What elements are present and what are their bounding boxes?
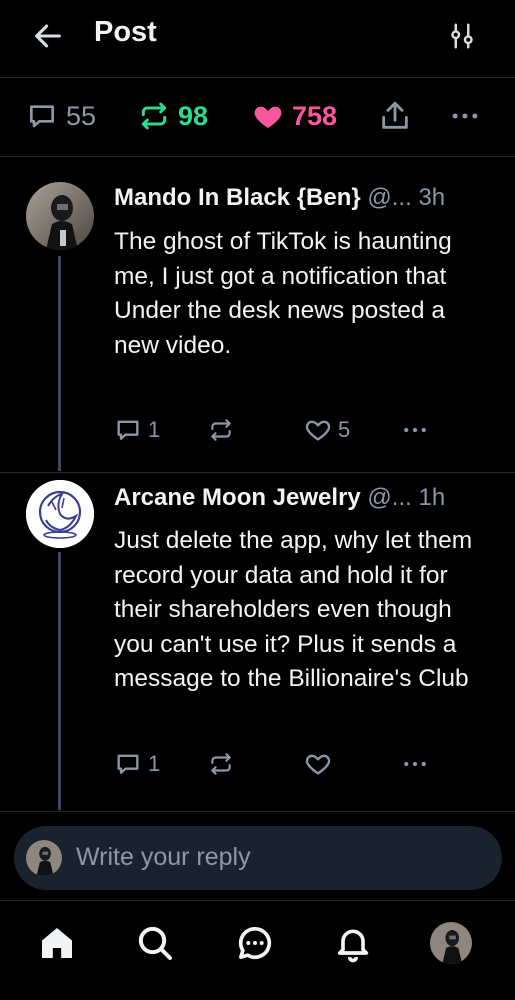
- author-handle[interactable]: @...: [367, 184, 411, 211]
- post-text: The ghost of TikTok is haunting me, I ju…: [114, 228, 452, 359]
- reply-post: Mando In Black {Ben} @... 3h The ghost o…: [0, 180, 515, 471]
- avatar[interactable]: [26, 480, 94, 548]
- reply-post: Arcane Moon Jewelry @... 1h Just delete …: [0, 478, 515, 810]
- post-header: Mando In Black {Ben} @... 3h: [114, 184, 494, 212]
- divider: [0, 156, 515, 157]
- comment-icon: [117, 420, 139, 440]
- repost-count-button[interactable]: 98: [138, 96, 208, 136]
- post-actions: 1: [114, 746, 434, 782]
- like-button[interactable]: [304, 746, 338, 782]
- repost-icon: [141, 102, 167, 130]
- more-options-button[interactable]: [400, 412, 430, 448]
- reply-count: 55: [66, 100, 97, 131]
- post-time: 1h: [418, 484, 446, 511]
- profile-avatar: [430, 922, 472, 964]
- sliders-icon: [451, 23, 473, 49]
- like-count-button[interactable]: 758: [252, 96, 337, 136]
- author-name[interactable]: Mando In Black {Ben}: [114, 184, 361, 211]
- author-name[interactable]: Arcane Moon Jewelry: [114, 484, 361, 511]
- like-count: 758: [292, 100, 338, 131]
- avatar-image: [26, 480, 94, 548]
- like-button[interactable]: 5: [304, 412, 350, 448]
- divider: [0, 811, 515, 812]
- page-title: Post: [94, 16, 157, 48]
- avatar: [26, 840, 62, 876]
- comment-icon: [117, 754, 139, 774]
- engagement-bar: 55 98 758: [0, 78, 515, 154]
- arrow-left-icon: [35, 24, 61, 48]
- repost-button[interactable]: [208, 412, 240, 448]
- header: Post: [0, 0, 515, 76]
- post-actions: 1 5: [114, 412, 434, 448]
- reply-count-button[interactable]: 55: [26, 96, 96, 136]
- home-icon: [42, 928, 72, 958]
- post-time: 3h: [418, 184, 446, 211]
- tab-profile[interactable]: [428, 920, 474, 966]
- share-icon: [382, 101, 408, 129]
- repost-count: 98: [178, 100, 209, 131]
- share-button[interactable]: [378, 96, 412, 136]
- reply-input[interactable]: Write your reply: [14, 826, 502, 890]
- more-dots-icon: [404, 427, 426, 433]
- tab-chat[interactable]: [232, 920, 278, 966]
- repost-icon: [211, 419, 231, 441]
- thread-line: [58, 256, 61, 471]
- more-dots-icon: [404, 761, 426, 767]
- more-dots-icon: [452, 113, 478, 119]
- more-options-button[interactable]: [448, 96, 482, 136]
- thread-line: [58, 552, 61, 810]
- avatar[interactable]: [26, 182, 94, 250]
- bottom-tab-bar: [0, 900, 515, 1000]
- chat-icon: [238, 926, 272, 959]
- bell-icon: [337, 929, 369, 963]
- reply-button[interactable]: 1: [114, 412, 160, 448]
- post-header: Arcane Moon Jewelry @... 1h: [114, 484, 494, 512]
- divider: [0, 472, 515, 473]
- thread-settings-button[interactable]: [444, 18, 480, 54]
- reply-button[interactable]: 1: [114, 746, 160, 782]
- tab-home[interactable]: [34, 920, 80, 966]
- heart-icon: [305, 420, 331, 441]
- back-button[interactable]: [30, 18, 66, 54]
- more-options-button[interactable]: [400, 746, 430, 782]
- repost-button[interactable]: [208, 746, 240, 782]
- post-text: Just delete the app, why let them record…: [114, 527, 473, 692]
- author-handle[interactable]: @...: [367, 484, 411, 511]
- heart-icon: [305, 754, 331, 775]
- tab-notifications[interactable]: [330, 920, 376, 966]
- repost-icon: [211, 753, 231, 775]
- comment-icon: [30, 105, 54, 128]
- search-icon: [138, 926, 172, 960]
- heart-filled-icon: [254, 106, 282, 128]
- tab-search[interactable]: [132, 920, 178, 966]
- avatar-image: [26, 182, 94, 250]
- like-count: 5: [338, 417, 351, 442]
- reply-count: 1: [148, 417, 161, 442]
- reply-count: 1: [148, 751, 161, 776]
- reply-placeholder: Write your reply: [76, 843, 251, 871]
